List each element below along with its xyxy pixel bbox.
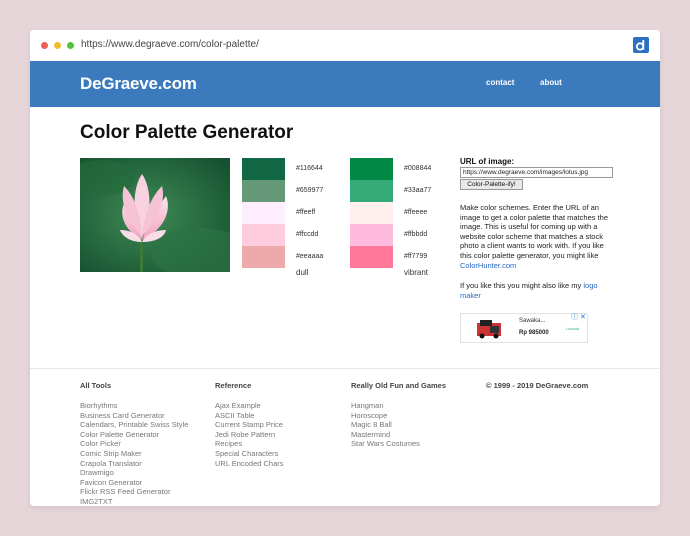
vibrant-swatch-2	[350, 180, 393, 202]
footer-list-old-fun-games: Hangman Horoscope Magic 8 Ball Mastermin…	[351, 401, 420, 449]
vibrant-hex-4: #ffbbdd	[404, 231, 428, 238]
footer-heading-reference: Reference	[215, 381, 252, 390]
generator-product-image	[477, 320, 501, 339]
site-logo[interactable]: DeGraeve.com	[80, 74, 197, 94]
description-body: Make color schemes. Enter the URL of an …	[460, 203, 609, 260]
footer-link[interactable]: Current Stamp Price	[215, 420, 284, 430]
footer-heading-old-fun-games: Really Old Fun and Games	[351, 381, 447, 390]
vibrant-label: vibrant	[404, 268, 429, 277]
footer-link[interactable]: Magic 8 Ball	[351, 420, 420, 430]
footer-link[interactable]: Hangman	[351, 401, 420, 411]
dull-hex-5: #eeaaaa	[296, 253, 324, 260]
page-title: Color Palette Generator	[80, 122, 294, 143]
footer-link[interactable]: URL Encoded Chars	[215, 459, 284, 469]
footer-link[interactable]: Special Characters	[215, 449, 284, 459]
footer-link[interactable]: Mastermind	[351, 430, 420, 440]
browser-titlebar: https://www.degraeve.com/color-palette/	[30, 30, 660, 61]
footer-list-all-tools: Biorhythms Business Card Generator Calen…	[80, 401, 188, 506]
url-label: URL of image:	[460, 157, 515, 166]
dull-swatch-2	[242, 180, 285, 202]
footer-link[interactable]: Color Picker	[80, 439, 188, 449]
footer-link[interactable]: Jedi Robe Pattern	[215, 430, 284, 440]
degraeve-d-icon	[633, 37, 649, 53]
vibrant-hex-1: #008844	[404, 165, 432, 172]
vibrant-swatch-4	[350, 224, 393, 246]
footer-link[interactable]: Biorhythms	[80, 401, 188, 411]
footer-link[interactable]: Star Wars Costumes	[351, 439, 420, 449]
dull-hex-1: #116644	[296, 165, 323, 172]
vibrant-hex-2: #33aa77	[404, 187, 432, 194]
address-bar[interactable]: https://www.degraeve.com/color-palette/	[81, 39, 259, 50]
dull-swatch-3	[242, 202, 285, 224]
footer-copyright: © 1999 - 2019 DeGraeve.com	[486, 381, 589, 390]
ad-product-name: Sawaka...	[519, 318, 546, 324]
image-url-input[interactable]	[460, 167, 613, 178]
footer-link[interactable]: Business Card Generator	[80, 411, 188, 421]
maximize-window-button[interactable]	[67, 42, 74, 49]
footer-link[interactable]: Ajax Example	[215, 401, 284, 411]
minimize-window-button[interactable]	[54, 42, 61, 49]
dull-hex-4: #ffccdd	[296, 231, 319, 238]
footer-link[interactable]: Favicon Generator	[80, 478, 188, 488]
vibrant-hex-5: #ff7799	[404, 253, 428, 260]
vibrant-swatch-1	[350, 158, 393, 180]
footer-link[interactable]: Flickr RSS Feed Generator	[80, 487, 188, 497]
footer-link[interactable]: Horoscope	[351, 411, 420, 421]
lotus-image	[80, 158, 230, 272]
nav-contact-link[interactable]: contact	[486, 78, 514, 87]
site-header: DeGraeve.com contact about	[30, 61, 660, 107]
vibrant-swatch-3	[350, 202, 393, 224]
dull-hex-3: #ffeeff	[296, 209, 316, 216]
ad-close-icon[interactable]: ⓘ ✕	[571, 312, 586, 322]
browser-window: https://www.degraeve.com/color-palette/ …	[30, 30, 660, 506]
dull-label: dull	[296, 268, 309, 277]
color-palette-ify-button[interactable]: Color-Palette-ify!	[460, 179, 523, 190]
colorhunter-link[interactable]: ColorHunter.com	[460, 261, 516, 270]
ad-product-price: Rp 985000	[519, 330, 549, 336]
footer-list-reference: Ajax Example ASCII Table Current Stamp P…	[215, 401, 284, 468]
close-window-button[interactable]	[41, 42, 48, 49]
footer-link[interactable]: Crapola Translator	[80, 459, 188, 469]
description-text: Make color schemes. Enter the URL of an …	[460, 203, 615, 270]
dull-swatch-1	[242, 158, 285, 180]
dull-swatch-5	[242, 246, 285, 268]
footer-link[interactable]: Drawmigo	[80, 468, 188, 478]
vibrant-hex-3: #ffeeee	[404, 209, 428, 216]
dull-hex-2: #659977	[296, 187, 324, 194]
also-like-body: If you like this you might also like my	[460, 281, 584, 290]
footer-link[interactable]: Recipes	[215, 439, 284, 449]
footer-link[interactable]: Comic Strip Maker	[80, 449, 188, 459]
vibrant-swatch-5	[350, 246, 393, 268]
footer-heading-all-tools: All Tools	[80, 381, 112, 390]
footer-link[interactable]: ASCII Table	[215, 411, 284, 421]
ad-brand-label: Lazada	[566, 326, 580, 331]
dull-swatch-4	[242, 224, 285, 246]
footer-link[interactable]: Color Palette Generator	[80, 430, 188, 440]
also-like-text: If you like this you might also like my …	[460, 281, 615, 300]
footer-link[interactable]: Calendars, Printable Swiss Style	[80, 420, 188, 430]
nav-about-link[interactable]: about	[540, 78, 562, 87]
footer-divider	[30, 368, 660, 369]
footer-link[interactable]: IMG2TXT	[80, 497, 188, 506]
